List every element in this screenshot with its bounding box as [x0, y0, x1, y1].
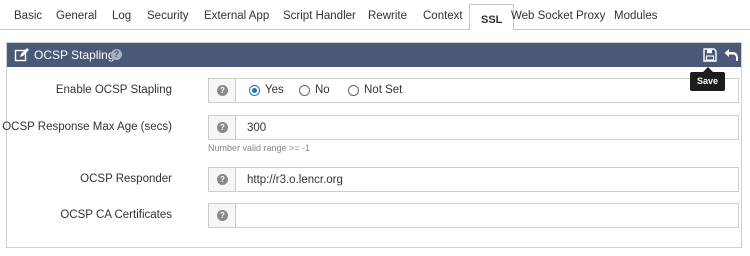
- edit-icon: [14, 47, 30, 63]
- ocsp-max-age-hint: Number valid range >= -1: [208, 143, 311, 153]
- tab-external-app[interactable]: External App: [204, 10, 269, 22]
- tab-ssl[interactable]: SSL: [469, 4, 515, 31]
- panel-title: OCSP Stapling: [34, 48, 115, 62]
- tab-web-socket-proxy[interactable]: Web Socket Proxy: [511, 10, 605, 22]
- tab-script-handler[interactable]: Script Handler: [283, 10, 356, 22]
- enable-ocsp-stapling-label: Enable OCSP Stapling: [55, 84, 172, 96]
- save-icon[interactable]: [702, 47, 718, 63]
- undo-icon[interactable]: [723, 47, 739, 63]
- tab-context[interactable]: Context: [423, 10, 463, 22]
- ocsp-responder-value: http://r3.o.lencr.org: [247, 174, 343, 186]
- question-icon: ?: [217, 85, 228, 96]
- ocsp-max-age-input[interactable]: 300: [235, 115, 739, 140]
- tab-rewrite[interactable]: Rewrite: [368, 10, 407, 22]
- ocsp-ca-certificates-input[interactable]: [235, 203, 739, 228]
- ocsp-max-age-label: OCSP Response Max Age (secs): [2, 121, 172, 133]
- ocsp-ca-certificates-label: OCSP CA Certificates: [60, 209, 172, 221]
- ocsp-max-age-value: 300: [247, 122, 267, 134]
- radio-no-circle[interactable]: [299, 85, 310, 96]
- question-icon: ?: [217, 210, 228, 221]
- tab-bar: Basic General Log Security External App …: [0, 0, 750, 31]
- radio-not-set-circle[interactable]: [348, 85, 359, 96]
- question-icon: ?: [217, 174, 228, 185]
- radio-yes-label: Yes: [265, 84, 284, 96]
- question-icon: ?: [217, 122, 228, 133]
- ocsp-max-age-help-button[interactable]: ?: [208, 115, 236, 140]
- radio-no-label: No: [315, 84, 330, 96]
- help-icon[interactable]: ?: [111, 49, 122, 60]
- ocsp-ca-certificates-help-button[interactable]: ?: [208, 203, 236, 228]
- tab-general[interactable]: General: [56, 10, 97, 22]
- save-tooltip: Save: [690, 72, 725, 91]
- radio-yes-circle[interactable]: [249, 85, 260, 96]
- tab-modules[interactable]: Modules: [614, 10, 657, 22]
- ocsp-stapling-panel: OCSP Stapling ? Enable OCSP Stapling ? Y…: [2, 42, 742, 248]
- ocsp-responder-help-button[interactable]: ?: [208, 167, 236, 192]
- panel-header: OCSP Stapling ?: [7, 43, 741, 67]
- radio-not-set-label: Not Set: [364, 84, 403, 96]
- enable-ocsp-help-button[interactable]: ?: [208, 78, 236, 103]
- tab-basic[interactable]: Basic: [14, 10, 42, 22]
- tab-security[interactable]: Security: [147, 10, 189, 22]
- ocsp-responder-input[interactable]: http://r3.o.lencr.org: [235, 167, 739, 192]
- tab-log[interactable]: Log: [112, 10, 131, 22]
- ocsp-responder-label: OCSP Responder: [80, 173, 172, 185]
- enable-ocsp-radio-group: Yes No Not Set: [235, 78, 739, 103]
